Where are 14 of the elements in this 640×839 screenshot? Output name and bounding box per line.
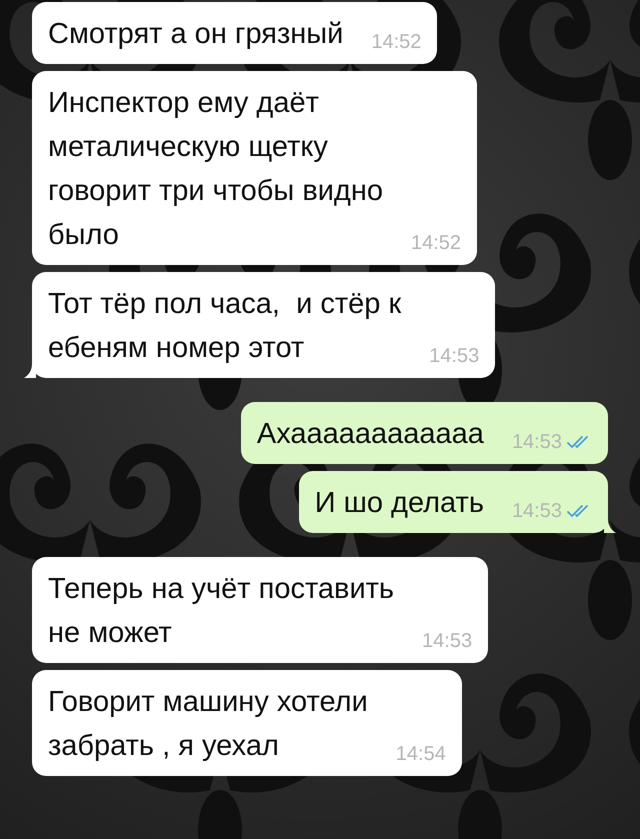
message-time: 14:53 — [512, 430, 562, 454]
message-time: 14:53 — [512, 499, 562, 523]
message-text: Говорит машину хотели забрать , я уехал — [48, 685, 368, 764]
message-text: Смотрят а он грязный — [48, 17, 344, 52]
message-time: 14:53 — [429, 344, 480, 368]
message-text: Инспектор ему даёт металическую щетку говорит три чтобы видно было — [48, 86, 383, 253]
message-text: И шо делать — [314, 486, 484, 521]
message-text: Теперь на учёт поставить не может — [48, 572, 394, 651]
message-time: 14:52 — [371, 30, 422, 54]
message-text: Ахааааааааааaa — [256, 417, 484, 452]
message-time: 14:52 — [411, 231, 462, 255]
message-text: Тот тёр пол часа, и стёр к ебеням номер этот — [48, 287, 402, 366]
message-time: 14:54 — [396, 742, 446, 766]
message-time: 14:53 — [422, 629, 472, 653]
